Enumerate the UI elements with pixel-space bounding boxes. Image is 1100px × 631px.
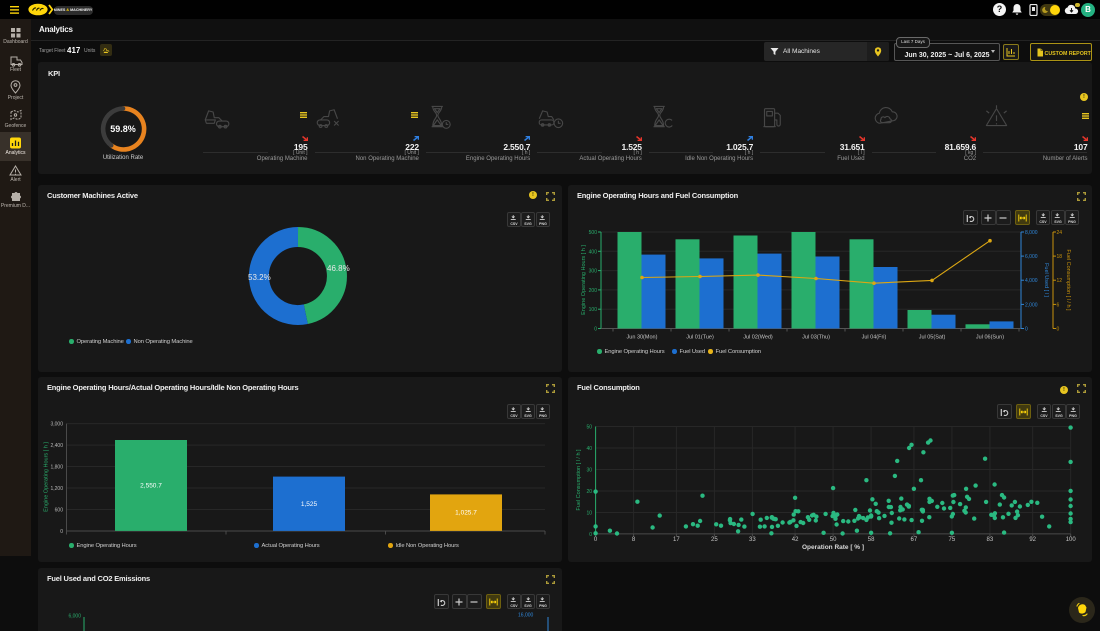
svg-text:Jul 04(Fri): Jul 04(Fri) [862,335,887,341]
svg-text:24: 24 [1057,230,1063,236]
svg-text:0: 0 [60,529,63,535]
svg-text:Fuel Consumption [ l / h ]: Fuel Consumption [ l / h ] [576,449,582,511]
svg-text:75: 75 [949,537,956,543]
svg-text:8,000: 8,000 [1025,230,1038,236]
svg-text:6: 6 [1057,302,1060,308]
svg-text:2,400: 2,400 [50,443,63,449]
svg-text:1,800: 1,800 [50,465,63,471]
svg-text:Engine Operating Hours [ h ]: Engine Operating Hours [ h ] [44,442,50,512]
svg-text:0: 0 [594,537,598,543]
svg-text:1,525: 1,525 [301,501,318,508]
svg-text:500: 500 [589,230,598,236]
svg-text:Jun 30(Mon): Jun 30(Mon) [627,335,658,341]
svg-text:58: 58 [868,537,875,543]
svg-text:Operation Rate [ % ]: Operation Rate [ % ] [802,544,864,551]
svg-text:6,000: 6,000 [1025,254,1038,260]
svg-text:Fuel Consumption [ l / h ]: Fuel Consumption [ l / h ] [1065,249,1071,311]
svg-text:1,200: 1,200 [50,486,63,492]
svg-text:16,000: 16,000 [518,613,534,619]
svg-text:8: 8 [632,537,636,543]
svg-text:50: 50 [830,537,837,543]
svg-text:33: 33 [749,537,756,543]
svg-text:18: 18 [1057,254,1063,260]
svg-text:25: 25 [711,537,718,543]
svg-text:2,000: 2,000 [1025,302,1038,308]
svg-text:2,550.7: 2,550.7 [140,483,162,490]
svg-text:Engine Operating Hours [ h ]: Engine Operating Hours [ h ] [581,245,587,315]
svg-text:4,000: 4,000 [1025,278,1038,284]
svg-text:10: 10 [586,511,592,517]
svg-text:0: 0 [589,532,592,538]
svg-text:Jul 01(Tue): Jul 01(Tue) [686,335,714,341]
svg-text:Fuel Used [ l ]: Fuel Used [ l ] [1043,263,1049,297]
svg-text:0: 0 [1057,327,1060,333]
svg-text:200: 200 [589,288,598,294]
svg-text:20: 20 [586,489,592,495]
svg-text:0: 0 [1025,327,1028,333]
svg-text:Jul 06(Sun): Jul 06(Sun) [976,335,1004,341]
svg-text:100: 100 [1066,537,1077,543]
svg-text:1,025.7: 1,025.7 [455,510,477,517]
svg-text:6,000: 6,000 [68,614,81,620]
svg-text:12: 12 [1057,278,1063,284]
svg-text:300: 300 [589,269,598,275]
svg-text:400: 400 [589,249,598,255]
svg-text:42: 42 [792,537,799,543]
svg-text:92: 92 [1029,537,1036,543]
svg-text:Jul 02(Wed): Jul 02(Wed) [743,335,773,341]
svg-text:17: 17 [673,537,680,543]
svg-text:40: 40 [586,446,592,452]
svg-text:83: 83 [987,537,994,543]
svg-text:50: 50 [586,425,592,431]
svg-text:600: 600 [55,508,64,514]
svg-text:Jul 03(Thu): Jul 03(Thu) [802,335,830,341]
svg-text:67: 67 [911,537,918,543]
svg-text:100: 100 [589,307,598,313]
svg-text:30: 30 [586,468,592,474]
svg-text:Jul 05(Sat): Jul 05(Sat) [919,335,946,341]
svg-text:0: 0 [594,327,597,333]
svg-text:3,000: 3,000 [50,422,63,428]
